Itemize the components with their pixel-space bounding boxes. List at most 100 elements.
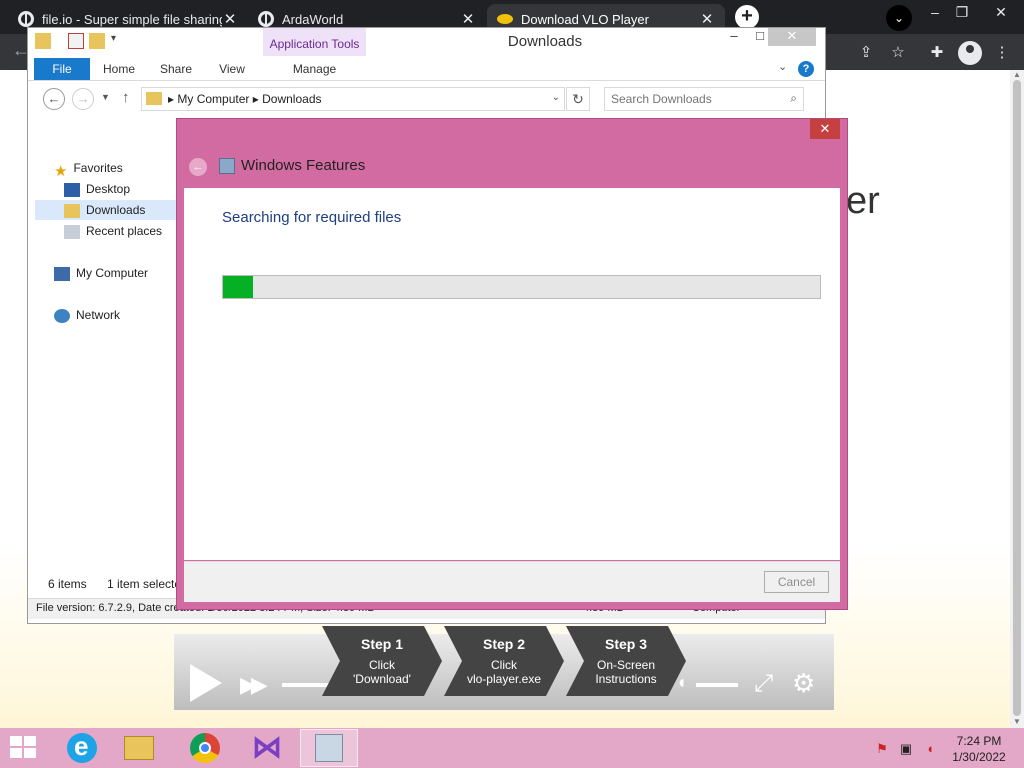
windows-logo-icon [24,736,36,746]
dialog-close-button[interactable]: ✕ [810,119,840,139]
tab-search-chevron-icon[interactable]: ⌄ [886,5,912,31]
back-button[interactable]: ← [43,88,65,110]
page-scrollbar[interactable]: ▲ ▼ [1010,70,1024,728]
tab-close-icon[interactable]: ✕ [699,10,715,28]
help-icon[interactable]: ? [798,61,814,77]
globe-icon [258,11,274,27]
new-tab-button[interactable]: + [735,5,759,29]
status-item-count: 6 items [48,577,87,591]
tab-file[interactable]: File [34,58,90,80]
extensions-puzzle-icon[interactable]: ✚ [926,42,948,64]
step-line1: Click [369,658,395,672]
address-dropdown-icon[interactable]: ⌄ [552,92,560,103]
clock-time: 7:24 PM [956,734,1002,748]
folder-icon [146,92,162,105]
nav-desktop[interactable]: Desktop [64,179,130,199]
step-line1: On-Screen [596,658,656,672]
breadcrumb-separator: ▸ [252,92,259,106]
scroll-down-icon[interactable]: ▼ [1013,717,1021,726]
expand-ribbon-chevron-icon[interactable]: ⌄ [778,60,787,73]
search-input[interactable] [611,91,781,107]
browser-restore-button[interactable]: ❐ [947,2,977,26]
refresh-icon[interactable]: ↻ [566,87,590,111]
qat-dropdown-icon[interactable]: ▾ [111,33,116,44]
recent-places-icon [64,224,80,239]
explorer-close-button[interactable]: ✕ [768,28,816,46]
settings-gear-icon[interactable]: ⚙ [792,668,815,699]
internet-explorer-icon [67,731,97,763]
globe-icon [18,11,34,27]
downloads-folder-icon [64,203,80,218]
start-button[interactable] [10,736,38,760]
nav-label: Favorites [73,161,123,175]
progress-bar-fill [223,276,253,298]
new-folder-icon[interactable] [89,33,105,49]
browser-close-button[interactable]: ✕ [986,2,1016,26]
scroll-up-icon[interactable]: ▲ [1013,70,1021,79]
seek-bar[interactable] [282,683,332,687]
volume-muted-icon[interactable]: ◖ [922,741,938,757]
up-arrow-icon[interactable]: ↑ [122,89,130,106]
tab-close-icon[interactable]: ✕ [222,10,238,28]
step-title: Step 2 [482,636,525,652]
play-icon[interactable] [190,664,222,702]
breadcrumb-separator: ▸ [168,92,175,106]
bookmark-star-icon[interactable]: ☆ [887,42,909,64]
nav-network[interactable]: Network [54,305,120,325]
explorer-title: Downloads [507,33,583,50]
address-bar[interactable]: ▸ My Computer ▸ Downloads ⌄ [141,87,565,111]
network-tray-icon[interactable]: ▣ [898,741,914,757]
scrollbar-thumb[interactable] [1013,80,1021,716]
chrome-icon [190,733,220,763]
properties-icon[interactable] [68,33,84,49]
tab-close-icon[interactable]: ✕ [460,10,476,28]
browser-minimize-button[interactable]: – [920,2,950,26]
nav-label: Desktop [86,182,131,196]
taskbar-clock[interactable]: 7:24 PM 1/30/2022 [944,733,1014,765]
forward-button[interactable]: → [72,88,94,110]
nav-recent-places[interactable]: Recent places [64,221,162,241]
tab-title: Download VLO Player [521,11,649,27]
dialog-footer [184,561,840,602]
windows-logo-icon [10,748,22,758]
step-line2: vlo-player.exe [466,672,542,686]
breadcrumb-downloads[interactable]: Downloads [262,92,321,106]
profile-avatar-icon[interactable] [958,41,982,65]
dialog-title: Windows Features [241,157,366,174]
action-center-flag-icon[interactable]: ⚑ [874,741,890,757]
tab-share[interactable]: Share [152,58,200,80]
ribbon-tab-bar [28,56,825,81]
search-box[interactable]: ⌕ [604,87,804,111]
chrome-menu-icon[interactable]: ⋮ [991,42,1013,64]
explorer-minimize-button[interactable]: – [720,28,748,46]
nav-downloads[interactable]: Downloads [64,200,145,220]
volume-slider[interactable] [696,683,738,687]
share-icon[interactable]: ⇪ [855,42,877,64]
address-path: ▸ My Computer ▸ Downloads [168,92,322,106]
progress-bar [222,275,821,299]
tab-home[interactable]: Home [96,58,142,80]
nav-my-computer[interactable]: My Computer [54,263,148,283]
windows-logo-icon [24,748,36,758]
nav-label: Recent places [86,224,163,238]
step-line1: Click [491,658,517,672]
explorer-titlebar[interactable] [28,28,825,56]
file-explorer-icon [124,736,154,760]
tab-view[interactable]: View [210,58,254,80]
vlo-favicon-icon [497,14,513,24]
fast-forward-icon[interactable]: ▶▶ [240,672,268,698]
desktop-icon [64,182,80,197]
step-title: Step 3 [604,636,647,652]
nav-favorites[interactable]: ★ Favorites [54,158,123,180]
fullscreen-icon[interactable]: ⤢ [754,670,773,698]
dialog-message: Searching for required files [222,209,402,226]
windows-features-taskbar-icon [315,734,343,762]
tab-manage[interactable]: Manage [265,58,364,80]
recent-locations-chevron-icon[interactable]: ▼ [101,92,110,102]
nav-label: Network [76,308,121,322]
clock-date: 1/30/2022 [952,750,1006,764]
cancel-button[interactable]: Cancel [764,571,829,593]
breadcrumb-my-computer[interactable]: My Computer [177,92,249,106]
nav-label: Downloads [86,203,146,217]
dialog-back-button[interactable]: ← [189,158,207,176]
